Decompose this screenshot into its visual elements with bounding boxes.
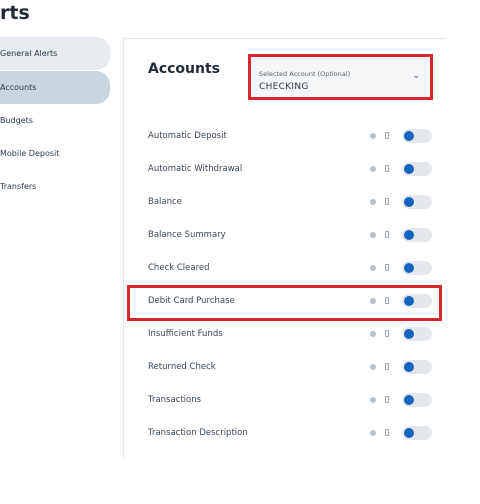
sidebar-item-label: Mobile Deposit bbox=[0, 149, 60, 158]
sidebar-item-label: Accounts bbox=[0, 83, 37, 92]
sidebar-item-label: Transfers bbox=[0, 182, 37, 191]
alert-toggle[interactable] bbox=[402, 393, 432, 407]
mobile-icon bbox=[385, 363, 389, 370]
alert-label: Returned Check bbox=[148, 362, 216, 372]
email-icon bbox=[370, 133, 376, 139]
alert-toggle[interactable] bbox=[402, 261, 432, 275]
account-select[interactable]: Selected Account (Optional) CHECKING ⌄ bbox=[248, 54, 433, 100]
sidebar-item-mobile-deposit[interactable]: Mobile Deposit bbox=[0, 137, 110, 170]
mobile-icon bbox=[385, 264, 389, 271]
email-icon bbox=[370, 331, 376, 337]
toggle-knob bbox=[404, 329, 414, 339]
alert-label: Automatic Withdrawal bbox=[148, 164, 243, 174]
alert-row: Returned Check bbox=[148, 359, 438, 379]
email-icon bbox=[370, 232, 376, 238]
alert-label: Automatic Deposit bbox=[148, 131, 227, 141]
sidebar: General Alerts Accounts Budgets Mobile D… bbox=[0, 37, 110, 203]
alert-toggle[interactable] bbox=[402, 228, 432, 242]
email-icon bbox=[370, 397, 376, 403]
panel-title: Accounts bbox=[148, 61, 221, 77]
toggle-knob bbox=[404, 230, 414, 240]
alert-toggle[interactable] bbox=[402, 360, 432, 374]
alert-row: Transactions bbox=[148, 392, 438, 412]
page-title: rts bbox=[0, 2, 30, 24]
mobile-icon bbox=[385, 231, 389, 238]
email-icon bbox=[370, 265, 376, 271]
alert-label: Transactions bbox=[148, 395, 202, 405]
sidebar-item-label: Budgets bbox=[0, 116, 33, 125]
sidebar-item-label: General Alerts bbox=[0, 49, 58, 58]
mobile-icon bbox=[385, 165, 389, 172]
mobile-icon bbox=[385, 132, 389, 139]
sidebar-item-budgets[interactable]: Budgets bbox=[0, 104, 110, 137]
email-icon bbox=[370, 166, 376, 172]
alert-toggle[interactable] bbox=[402, 162, 432, 176]
toggle-knob bbox=[404, 263, 414, 273]
alert-row: Insufficient Funds bbox=[148, 326, 438, 346]
email-icon bbox=[370, 430, 376, 436]
account-select-label: Selected Account (Optional) bbox=[259, 70, 351, 78]
toggle-knob bbox=[404, 164, 414, 174]
toggle-knob bbox=[404, 428, 414, 438]
debit-card-purchase-highlight bbox=[127, 285, 442, 321]
sidebar-item-general-alerts[interactable]: General Alerts bbox=[0, 37, 110, 70]
alert-label: Check Cleared bbox=[148, 263, 210, 273]
alert-row: Transaction Description bbox=[148, 425, 438, 445]
mobile-icon bbox=[385, 198, 389, 205]
chevron-down-icon: ⌄ bbox=[412, 71, 420, 81]
sidebar-item-transfers[interactable]: Transfers bbox=[0, 170, 110, 203]
alert-label: Transaction Description bbox=[148, 428, 248, 438]
alert-row: Automatic Deposit bbox=[148, 128, 438, 148]
toggle-knob bbox=[404, 362, 414, 372]
sidebar-item-accounts[interactable]: Accounts bbox=[0, 71, 110, 104]
alert-toggle[interactable] bbox=[402, 327, 432, 341]
mobile-icon bbox=[385, 429, 389, 436]
alert-row: Automatic Withdrawal bbox=[148, 161, 438, 181]
toggle-knob bbox=[404, 395, 414, 405]
alert-label: Balance bbox=[148, 197, 182, 207]
alert-row: Check Cleared bbox=[148, 260, 438, 280]
toggle-knob bbox=[404, 131, 414, 141]
alert-row: Balance Summary bbox=[148, 227, 438, 247]
alert-toggle[interactable] bbox=[402, 195, 432, 209]
alert-label: Balance Summary bbox=[148, 230, 226, 240]
alert-toggle[interactable] bbox=[402, 129, 432, 143]
alert-label: Insufficient Funds bbox=[148, 329, 223, 339]
mobile-icon bbox=[385, 396, 389, 403]
mobile-icon bbox=[385, 330, 389, 337]
accounts-panel: Accounts Selected Account (Optional) CHE… bbox=[123, 38, 446, 459]
alert-toggle[interactable] bbox=[402, 426, 432, 440]
toggle-knob bbox=[404, 197, 414, 207]
email-icon bbox=[370, 364, 376, 370]
alert-row: Balance bbox=[148, 194, 438, 214]
account-select-value: CHECKING bbox=[259, 82, 309, 92]
email-icon bbox=[370, 199, 376, 205]
